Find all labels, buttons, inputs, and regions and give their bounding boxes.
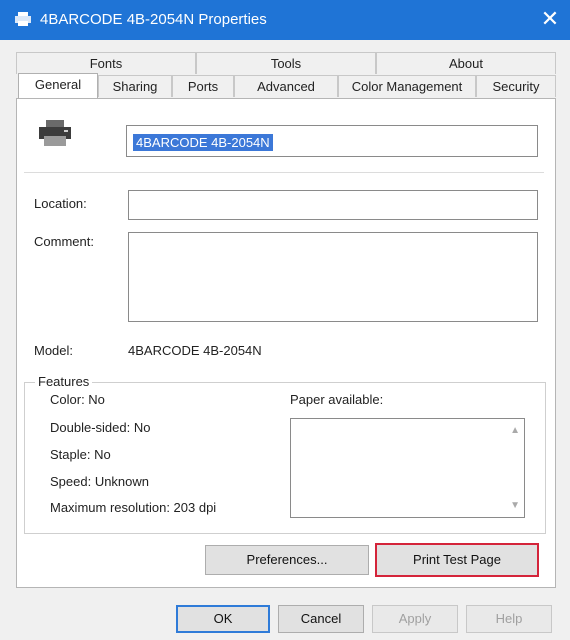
- title-bar: 4BARCODE 4B-2054N Properties ✕: [0, 0, 570, 40]
- printer-icon: [15, 12, 31, 26]
- feature-double-sided: Double-sided: No: [50, 420, 151, 435]
- tab-fonts[interactable]: Fonts: [16, 52, 196, 74]
- printer-name-value: 4BARCODE 4B-2054N: [133, 134, 273, 151]
- model-label: Model:: [34, 343, 74, 358]
- preferences-button[interactable]: Preferences...: [205, 545, 369, 575]
- tab-security[interactable]: Security: [476, 75, 556, 97]
- scroll-down-icon[interactable]: ▼: [510, 500, 520, 511]
- comment-label: Comment:: [34, 234, 94, 249]
- apply-button[interactable]: Apply: [372, 605, 458, 633]
- tab-advanced[interactable]: Advanced: [234, 75, 338, 97]
- model-value: 4BARCODE 4B-2054N: [128, 343, 262, 358]
- tab-sharing[interactable]: Sharing: [98, 75, 172, 97]
- paper-available-list[interactable]: ▲ ▼: [290, 418, 525, 518]
- tab-color-management[interactable]: Color Management: [338, 75, 476, 97]
- features-legend: Features: [35, 374, 93, 389]
- window-title: 4BARCODE 4B-2054N Properties: [40, 11, 267, 28]
- print-test-page-button[interactable]: Print Test Page: [375, 543, 539, 577]
- feature-staple: Staple: No: [50, 447, 111, 462]
- divider: [24, 172, 544, 173]
- paper-available-label: Paper available:: [290, 392, 384, 407]
- location-input[interactable]: [128, 190, 538, 220]
- ok-button[interactable]: OK: [176, 605, 270, 633]
- tab-general[interactable]: General: [18, 73, 98, 98]
- comment-input[interactable]: [128, 232, 538, 322]
- close-button[interactable]: ✕: [534, 4, 566, 34]
- printer-name-input[interactable]: 4BARCODE 4B-2054N: [126, 125, 538, 157]
- feature-color: Color: No: [50, 392, 105, 407]
- tab-tools[interactable]: Tools: [196, 52, 376, 74]
- help-button[interactable]: Help: [466, 605, 552, 633]
- feature-speed: Speed: Unknown: [50, 474, 150, 489]
- location-label: Location:: [34, 196, 87, 211]
- tab-about[interactable]: About: [376, 52, 556, 74]
- printer-icon: [39, 120, 71, 146]
- feature-max-resolution: Maximum resolution: 203 dpi: [50, 500, 217, 515]
- tab-ports[interactable]: Ports: [172, 75, 234, 97]
- scroll-up-icon[interactable]: ▲: [510, 425, 520, 436]
- cancel-button[interactable]: Cancel: [278, 605, 364, 633]
